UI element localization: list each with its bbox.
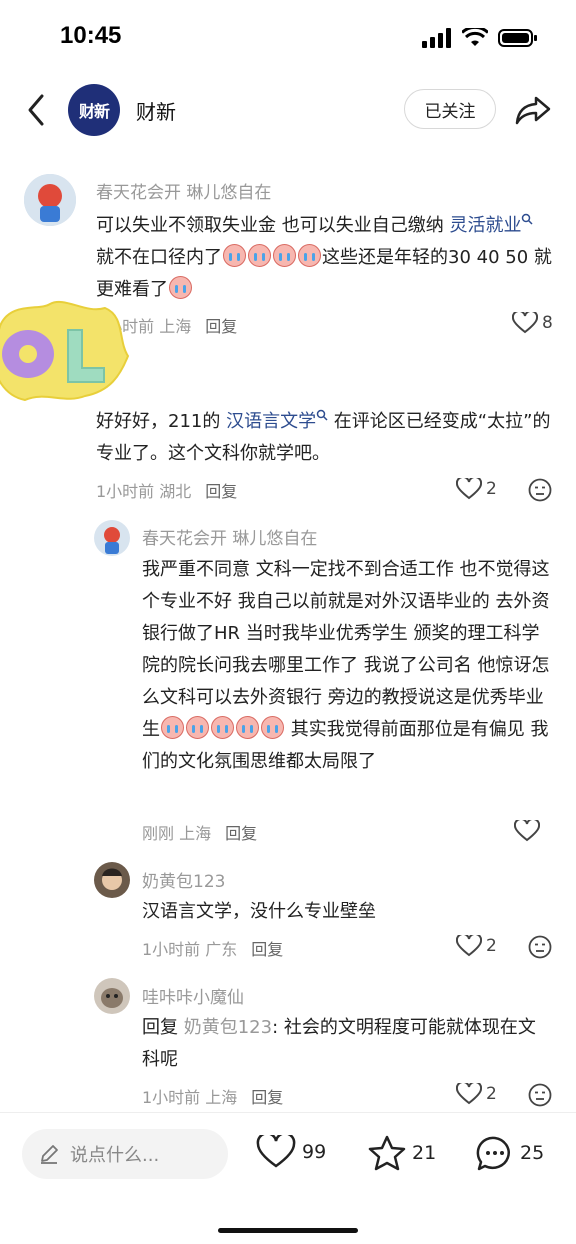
battery-icon (498, 29, 537, 47)
crying-emoji-icon (211, 716, 234, 739)
time-location: 1小时前 湖北 (96, 482, 192, 501)
avatar[interactable] (94, 978, 130, 1014)
heart-icon (256, 1135, 296, 1168)
reply-button[interactable]: 回复 (251, 940, 283, 959)
dislike-icon[interactable] (528, 478, 552, 502)
share-icon[interactable] (514, 92, 552, 128)
crying-emoji-icon (298, 244, 321, 267)
comment-meta: 1小时前 湖北 回复 (96, 478, 237, 502)
crying-emoji-icon (186, 716, 209, 739)
favorite-count: 21 (412, 1142, 437, 1164)
status-icons (422, 28, 538, 48)
time-location: 1小时前 广东 (142, 940, 238, 959)
pencil-icon (41, 1145, 58, 1164)
bottom-action-bar: 说点什么... 99 21 25 (0, 1112, 576, 1244)
heart-icon (456, 1083, 482, 1105)
avatar-image (24, 174, 76, 226)
like-count: 8 (542, 313, 553, 333)
star-icon (368, 1135, 406, 1171)
avatar-image (94, 978, 130, 1014)
like-count: 99 (302, 1141, 327, 1163)
comment-count: 25 (520, 1142, 545, 1164)
like-count: 2 (486, 479, 497, 499)
crying-emoji-icon (223, 244, 246, 267)
reply-target-name[interactable]: 奶黄包123 (184, 1017, 272, 1038)
crying-emoji-icon (169, 276, 192, 299)
like-button[interactable]: 2 (456, 1083, 497, 1105)
commenter-name[interactable]: 春天花会开 琳儿悠自在 (96, 178, 271, 203)
topic-link[interactable]: 汉语言文学 (226, 409, 328, 432)
crying-emoji-icon (161, 716, 184, 739)
comment-text: 可以失业不领取失业金 也可以失业自己缴纳 灵活就业 就不在口径内了 这些还是年轻的… (96, 213, 552, 300)
reply-button[interactable]: 回复 (225, 824, 257, 843)
wifi-icon (462, 28, 488, 46)
comment-text: 回复 奶黄包123: 社会的文明程度可能就体现在文科呢 (142, 1017, 536, 1070)
comment-meta: 1小时前 广东 回复 (142, 936, 283, 960)
search-icon (316, 409, 328, 421)
home-indicator (218, 1228, 358, 1233)
status-time: 10:45 (60, 22, 122, 49)
crying-emoji-icon (236, 716, 259, 739)
topic-link[interactable]: 灵活就业 (449, 213, 533, 236)
input-placeholder: 说点什么... (70, 1145, 160, 1166)
avatar-image (94, 862, 130, 898)
status-bar: 10:45 (0, 0, 576, 74)
comment-bubble-icon (476, 1136, 510, 1171)
comment-meta: 刚刚 上海 回复 (142, 820, 257, 844)
avatar-image (94, 520, 130, 556)
publisher-logo[interactable]: 财新 (68, 84, 120, 136)
comment-text: 我严重不同意 文科一定找不到合适工作 也不觉得这个专业不好 我自己以前就是对外汉… (142, 559, 550, 772)
dislike-icon[interactable] (528, 935, 552, 959)
avatar[interactable] (94, 520, 130, 556)
like-button[interactable] (514, 820, 540, 842)
search-icon (522, 213, 533, 225)
comment-text: 好好好，211的 汉语言文学 在评论区已经变成“太拉”的专业了。这个文科你就学吧… (96, 409, 551, 464)
favorite-action[interactable]: 21 (368, 1135, 436, 1171)
publisher-name[interactable]: 财新 (136, 96, 176, 125)
reply-button[interactable]: 回复 (251, 1088, 283, 1107)
like-action[interactable]: 99 (256, 1135, 326, 1169)
follow-button[interactable]: 已关注 (404, 89, 496, 129)
heart-icon (456, 935, 482, 957)
like-button[interactable]: 2 (456, 478, 497, 500)
dislike-icon[interactable] (528, 1083, 552, 1107)
comment-text: 汉语言文学，没什么专业壁垒 (142, 901, 376, 922)
like-count: 2 (486, 1084, 497, 1104)
heart-icon (514, 820, 540, 842)
crying-emoji-icon (261, 716, 284, 739)
commenter-name[interactable]: 奶黄包123 (142, 867, 225, 892)
signal-icon (422, 28, 451, 48)
like-button[interactable]: 2 (456, 935, 497, 957)
reply-button[interactable]: 回复 (205, 317, 237, 336)
comment-meta: 1小时前 上海 回复 (142, 1084, 283, 1108)
comment-input[interactable]: 说点什么... (22, 1129, 228, 1179)
heart-icon (456, 478, 482, 500)
time-location: 刚刚 上海 (142, 824, 212, 843)
avatar[interactable] (94, 862, 130, 898)
avatar[interactable] (24, 174, 76, 226)
commenter-name[interactable]: 春天花会开 琳儿悠自在 (142, 524, 317, 549)
crying-emoji-icon (273, 244, 296, 267)
like-button[interactable]: 8 (512, 312, 553, 334)
nav-bar: 财新 财新 已关注 (0, 74, 576, 146)
time-location: 1小时前 上海 (142, 1088, 238, 1107)
reply-button[interactable]: 回复 (205, 482, 237, 501)
ol-sticker (0, 300, 130, 402)
comment-action[interactable]: 25 (476, 1135, 544, 1171)
back-icon[interactable] (22, 92, 52, 128)
crying-emoji-icon (248, 244, 271, 267)
like-count: 2 (486, 936, 497, 956)
commenter-name[interactable]: 哇咔咔小魔仙 (142, 983, 244, 1008)
heart-icon (512, 312, 538, 334)
